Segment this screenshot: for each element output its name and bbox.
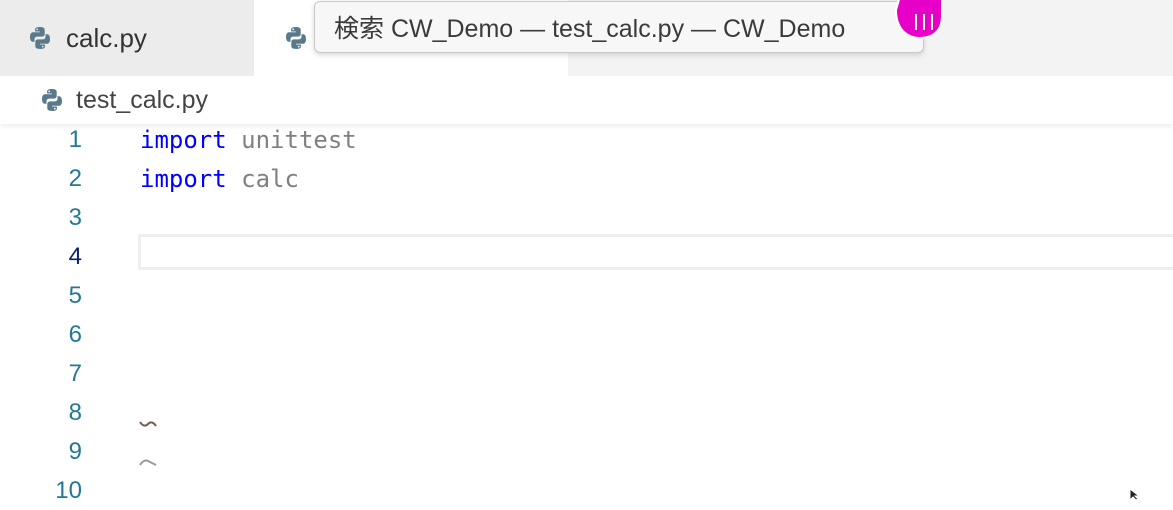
tab-calc-py[interactable]: calc.py xyxy=(0,0,254,76)
line-number: 10 xyxy=(55,476,82,504)
tab-label: calc.py xyxy=(66,22,147,53)
line-number: 3 xyxy=(68,203,82,231)
line-number: 8 xyxy=(68,398,82,426)
python-icon xyxy=(284,26,308,50)
code-editor[interactable]: 1 import unittest 2 import calc 3 4 5 6 … xyxy=(0,120,1173,504)
module-name: unittest xyxy=(241,125,357,154)
warning-squiggle-icon xyxy=(139,421,157,427)
breadcrumb: test_calc.py xyxy=(0,76,1173,124)
keyword: import xyxy=(140,164,227,193)
code-line[interactable]: 10 xyxy=(0,471,1173,510)
line-number: 9 xyxy=(68,437,82,465)
code-line[interactable]: 7 xyxy=(0,354,1173,393)
module-name: calc xyxy=(241,164,299,193)
line-number: 7 xyxy=(68,359,82,387)
code-line[interactable]: 6 xyxy=(0,315,1173,354)
line-number: 1 xyxy=(68,125,82,153)
keyword: import xyxy=(140,125,227,154)
code-text: import calc xyxy=(140,165,299,193)
line-number: 6 xyxy=(68,320,82,348)
hand-cursor-icon xyxy=(890,0,946,40)
mouse-pointer-icon xyxy=(1129,488,1140,501)
warning-squiggle-icon xyxy=(139,459,157,466)
python-icon xyxy=(28,26,52,50)
code-text: import unittest xyxy=(140,126,357,154)
code-line[interactable]: 8 xyxy=(0,393,1173,432)
line-number: 5 xyxy=(68,281,82,309)
code-line[interactable]: 1 import unittest xyxy=(0,120,1173,159)
code-line[interactable]: 2 import calc xyxy=(0,159,1173,198)
code-line[interactable]: 3 xyxy=(0,198,1173,237)
breadcrumb-file[interactable]: test_calc.py xyxy=(76,86,208,115)
code-line[interactable]: 9 xyxy=(0,432,1173,471)
code-line[interactable]: 5 xyxy=(0,276,1173,315)
line-number-active: 4 xyxy=(68,242,82,270)
line-number: 2 xyxy=(68,164,82,192)
code-line-current[interactable]: 4 xyxy=(0,237,1173,276)
tab-tooltip: 検索 CW_Demo — test_calc.py — CW_Demo xyxy=(314,1,924,53)
python-icon xyxy=(40,88,64,112)
